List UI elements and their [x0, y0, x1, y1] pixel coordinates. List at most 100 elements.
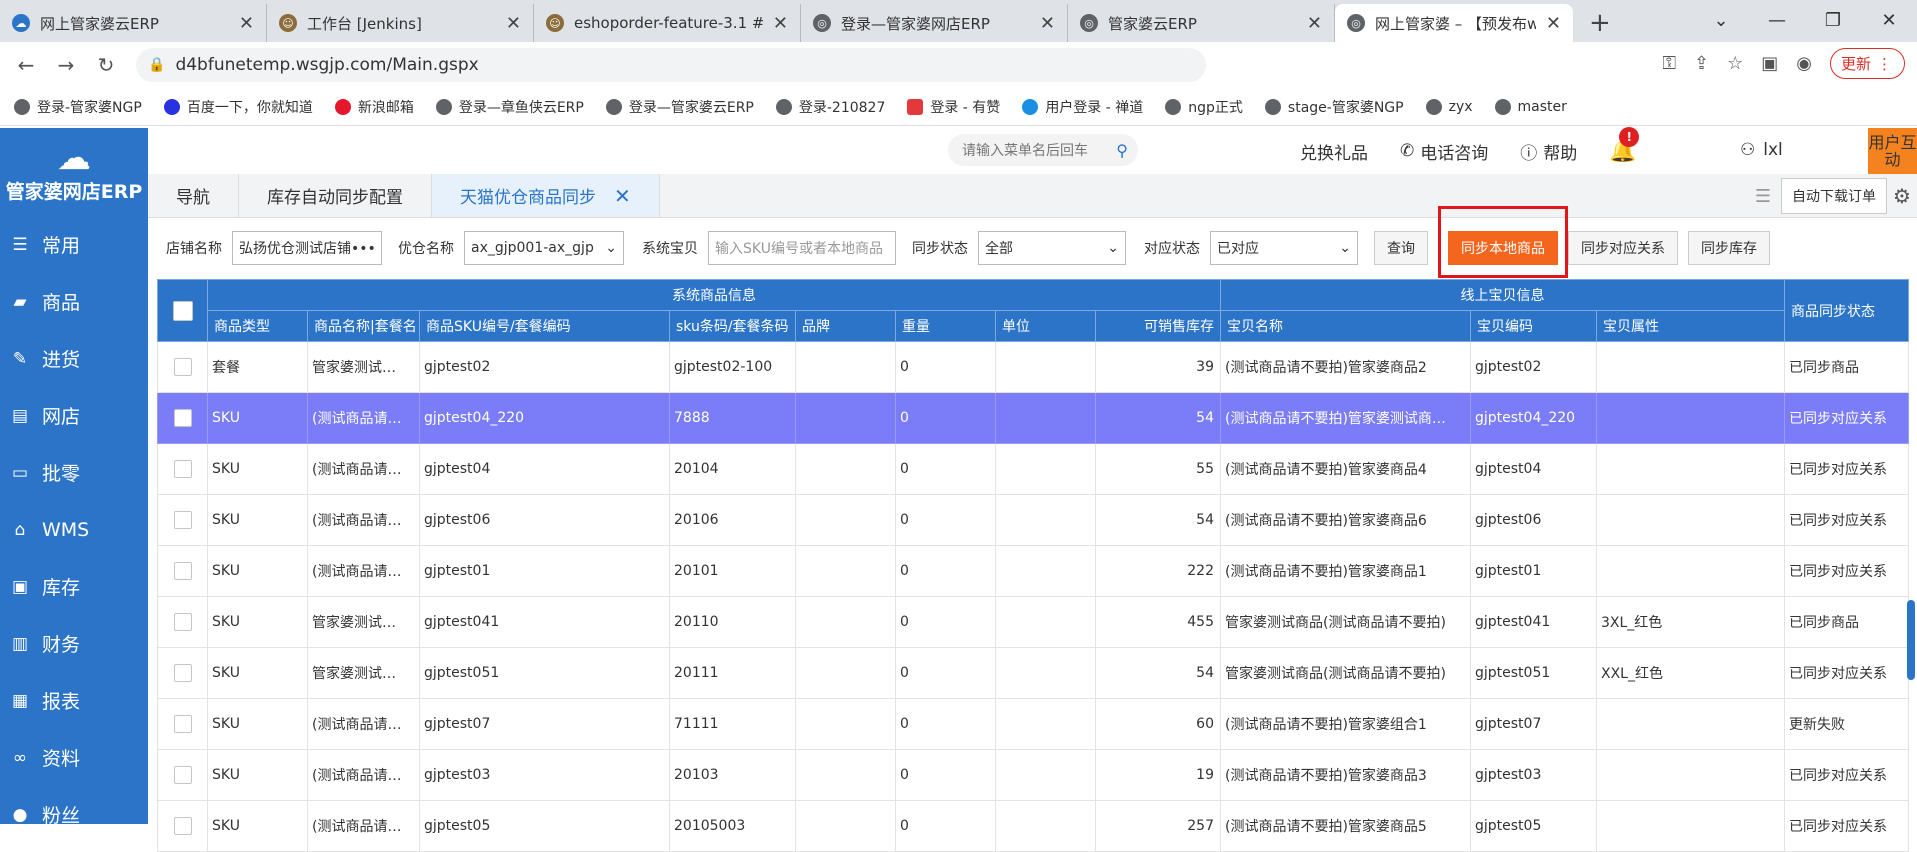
- bookmark[interactable]: master: [1494, 98, 1567, 115]
- search-icon[interactable]: ⚲: [1116, 141, 1128, 160]
- table-row[interactable]: 套餐 管家婆测试… gjptest02 gjptest02-100 0 39 (测试商品请不…: [157, 341, 1910, 393]
- profile-icon[interactable]: ◉: [1796, 53, 1812, 74]
- phone-link[interactable]: ✆ 电话咨询: [1400, 139, 1488, 164]
- col-header[interactable]: sku条码/套餐条码: [669, 310, 796, 342]
- row-checkbox[interactable]: [173, 613, 192, 631]
- row-checkbox[interactable]: [173, 817, 192, 835]
- browser-tab-active[interactable]: ◎网上管家婆 – 【预发布wd0✕: [1335, 4, 1573, 42]
- browser-tab-erp[interactable]: ☁ 网上管家婆云ERP ✕: [0, 4, 267, 42]
- bookmark[interactable]: zyx: [1425, 98, 1473, 115]
- close-icon[interactable]: ✕: [1546, 13, 1561, 34]
- query-button[interactable]: 查询: [1374, 231, 1428, 265]
- scrollbar[interactable]: [1907, 600, 1915, 680]
- col-header[interactable]: 商品SKU编号/套餐编码: [419, 310, 670, 342]
- bookmark[interactable]: 百度一下，你就知道: [163, 97, 313, 117]
- bookmark[interactable]: 登录—章鱼侠云ERP: [435, 97, 584, 117]
- chevron-down-icon[interactable]: ⌄: [1693, 10, 1749, 31]
- sidebar-item-common[interactable]: ☰ 常用: [0, 216, 148, 273]
- row-checkbox[interactable]: [173, 664, 192, 682]
- bookmark[interactable]: 用户登录 - 禅道: [1022, 97, 1143, 117]
- new-tab-icon[interactable]: +: [1589, 8, 1611, 38]
- browser-tab-login[interactable]: ◎ 登录—管家婆网店ERP ✕: [801, 4, 1068, 42]
- browser-tab-jenkins[interactable]: ☺ 工作台 [Jenkins] ✕: [267, 4, 534, 42]
- help-link[interactable]: ⓘ 帮助: [1520, 139, 1577, 164]
- maximize-icon[interactable]: ❐: [1805, 10, 1861, 31]
- col-header[interactable]: 可销售库存: [1095, 310, 1221, 342]
- sidebar-item-finance[interactable]: ▥ 财务: [0, 615, 148, 672]
- col-header[interactable]: 宝贝名称: [1220, 310, 1471, 342]
- sidebar-item-retail[interactable]: ▭ 批零: [0, 444, 148, 501]
- gift-link[interactable]: 兑换礼品: [1300, 139, 1368, 164]
- share-icon[interactable]: ⇪: [1694, 53, 1709, 74]
- close-icon[interactable]: ✕: [614, 184, 631, 208]
- sidebar-item-wms[interactable]: ⌂ WMS: [0, 501, 148, 558]
- app-logo[interactable]: ☁ 管家婆网店ERP: [0, 128, 148, 216]
- table-row[interactable]: SKU (测试商品请… gjptest04_220 7888 0 54 (测试商品请不要拍)…: [157, 392, 1910, 444]
- minimize-icon[interactable]: —: [1749, 10, 1805, 31]
- sidebar-item-data[interactable]: ∞ 资料: [0, 729, 148, 786]
- gear-icon[interactable]: ⚙: [1887, 184, 1917, 208]
- user-interaction-button[interactable]: 用户互动: [1868, 128, 1917, 174]
- sidebar-item-purchase[interactable]: ✎ 进货: [0, 330, 148, 387]
- sync-mapping-button[interactable]: 同步对应关系: [1568, 231, 1678, 265]
- sidepanel-icon[interactable]: ▣: [1761, 53, 1778, 74]
- table-row[interactable]: SKU (测试商品请… gjptest04 20104 0 55 (测试商品请不要拍)管家婆…: [157, 443, 1910, 495]
- bookmark[interactable]: 登录-210827: [775, 97, 885, 117]
- back-icon[interactable]: ←: [6, 53, 46, 77]
- map-status-select[interactable]: 已对应 ⌄: [1210, 231, 1358, 265]
- youcang-select[interactable]: ax_gjp001-ax_gjp ⌄: [464, 231, 624, 265]
- table-row[interactable]: SKU (测试商品请… gjptest05 20105003 0 257 (测试商品请不要拍…: [157, 800, 1910, 852]
- sync-stock-button[interactable]: 同步库存: [1688, 231, 1770, 265]
- tab-stock-sync-config[interactable]: 库存自动同步配置: [239, 174, 432, 217]
- tab-tmall-youcang-sync[interactable]: 天猫优仓商品同步 ✕: [432, 174, 660, 217]
- table-row[interactable]: SKU (测试商品请… gjptest03 20103 0 19 (测试商品请不要拍)管家婆…: [157, 749, 1910, 801]
- table-row[interactable]: SKU (测试商品请… gjptest01 20101 0 222 (测试商品请不要拍)管家…: [157, 545, 1910, 597]
- sku-search-input[interactable]: 输入SKU编号或者本地商品: [708, 231, 896, 265]
- bookmark[interactable]: ngp正式: [1165, 97, 1243, 117]
- sync-status-select[interactable]: 全部 ⌄: [978, 231, 1126, 265]
- close-icon[interactable]: ✕: [506, 13, 521, 34]
- browser-tab-cloud[interactable]: ◎ 管家婆云ERP ✕: [1068, 4, 1335, 42]
- table-row[interactable]: SKU (测试商品请… gjptest07 71111 0 60 (测试商品请不要拍)管家婆…: [157, 698, 1910, 750]
- reload-icon[interactable]: ↻: [86, 53, 126, 77]
- row-checkbox[interactable]: [173, 715, 192, 733]
- col-header[interactable]: 宝贝编码: [1470, 310, 1597, 342]
- close-window-icon[interactable]: ✕: [1861, 10, 1917, 31]
- col-header[interactable]: 重量: [895, 310, 996, 342]
- user-menu[interactable]: ⚇ lxl: [1740, 140, 1783, 160]
- bell-icon[interactable]: 🔔!: [1609, 126, 1640, 164]
- close-icon[interactable]: ✕: [1307, 13, 1322, 34]
- bookmark[interactable]: 登录 - 有赞: [907, 97, 1000, 117]
- close-icon[interactable]: ✕: [239, 13, 254, 34]
- browser-tab-eshoporder[interactable]: ☺ eshoporder-feature-3.1 # ✕: [534, 4, 801, 42]
- sidebar-item-shop[interactable]: ▤ 网店: [0, 387, 148, 444]
- url-field[interactable]: 🔒 d4bfunetemp.wsgjp.com/Main.gspx: [136, 48, 1206, 82]
- row-checkbox[interactable]: [173, 511, 192, 529]
- bookmark[interactable]: 登录—管家婆云ERP: [605, 97, 754, 117]
- sidebar-item-fans[interactable]: ● 粉丝: [0, 786, 148, 843]
- row-checkbox[interactable]: [173, 358, 192, 376]
- tab-nav[interactable]: 导航: [148, 174, 239, 217]
- col-header[interactable]: 商品类型: [207, 310, 308, 342]
- close-icon[interactable]: ✕: [773, 13, 788, 34]
- shop-select[interactable]: 弘扬优仓测试店铺•••: [232, 231, 382, 265]
- sidebar-item-report[interactable]: ▦ 报表: [0, 672, 148, 729]
- table-row[interactable]: SKU (测试商品请… gjptest06 20106 0 54 (测试商品请不要拍)管家婆…: [157, 494, 1910, 546]
- key-icon[interactable]: ⚿: [1662, 53, 1676, 74]
- star-icon[interactable]: ☆: [1727, 53, 1743, 74]
- sidebar-item-goods[interactable]: ▰ 商品: [0, 273, 148, 330]
- table-row[interactable]: SKU 管家婆测试… gjptest041 20110 0 455 管家婆测试商品(测试商品…: [157, 596, 1910, 648]
- col-header[interactable]: 单位: [995, 310, 1096, 342]
- col-header[interactable]: 品牌: [795, 310, 896, 342]
- auto-download-orders-button[interactable]: 自动下载订单: [1781, 178, 1887, 214]
- bookmark[interactable]: stage-管家婆NGP: [1264, 97, 1404, 117]
- row-checkbox[interactable]: [173, 409, 192, 427]
- menu-search-input[interactable]: 请输入菜单名后回车 ⚲: [948, 134, 1138, 166]
- sidebar-item-stock[interactable]: ▣ 库存: [0, 558, 148, 615]
- table-row[interactable]: SKU 管家婆测试… gjptest051 20111 0 54 管家婆测试商品(测试商品请…: [157, 647, 1910, 699]
- row-checkbox[interactable]: [173, 562, 192, 580]
- update-button[interactable]: 更新 ⋮: [1829, 48, 1905, 79]
- col-header[interactable]: 商品名称|套餐名: [307, 310, 420, 342]
- row-checkbox[interactable]: [173, 460, 192, 478]
- row-checkbox[interactable]: [173, 766, 192, 784]
